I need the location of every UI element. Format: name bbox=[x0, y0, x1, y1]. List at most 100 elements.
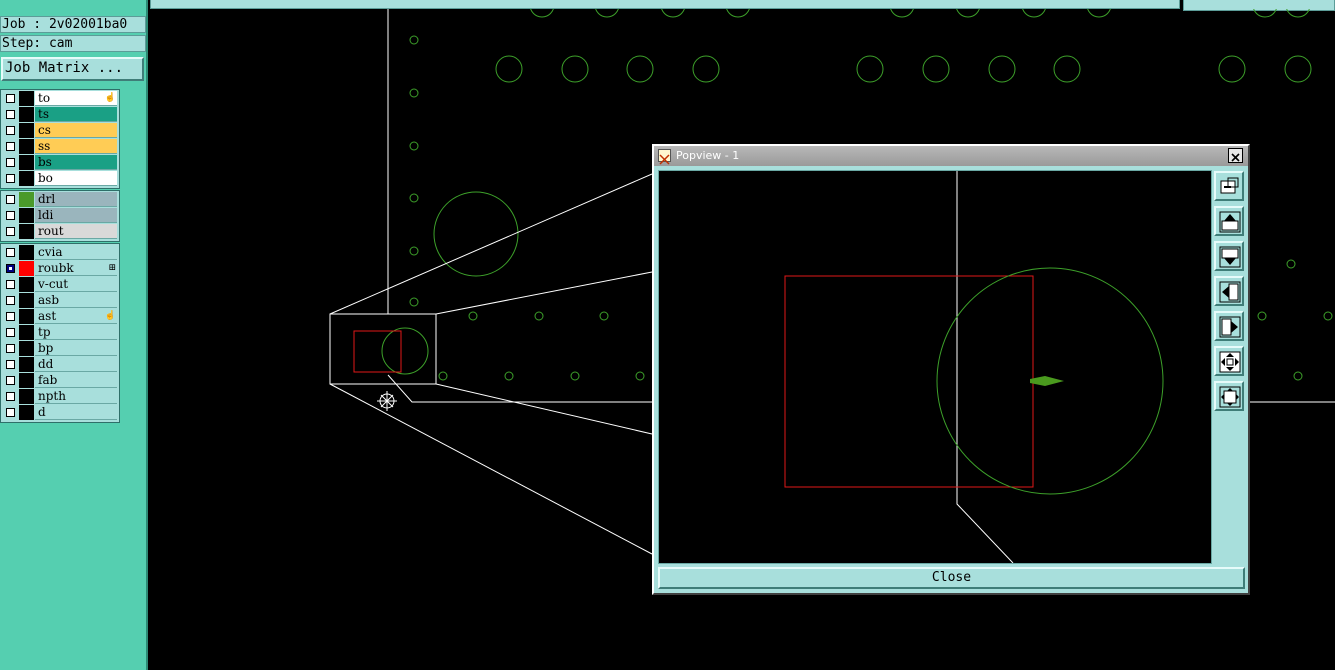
layer-color-swatch[interactable] bbox=[19, 293, 34, 308]
layer-color-swatch[interactable] bbox=[19, 245, 34, 260]
via-hole bbox=[635, 371, 645, 381]
layer-name[interactable]: dd bbox=[35, 357, 117, 372]
layer-checkbox[interactable] bbox=[6, 296, 15, 305]
layer-checkbox[interactable] bbox=[6, 344, 15, 353]
layer-row-fab[interactable]: fab bbox=[3, 373, 117, 389]
layer-row-d[interactable]: d bbox=[3, 405, 117, 421]
layer-name[interactable]: drl bbox=[35, 192, 117, 207]
layer-checkbox[interactable] bbox=[6, 376, 15, 385]
layer-row-bo[interactable]: bo bbox=[3, 171, 117, 187]
layer-name[interactable]: v-cut bbox=[35, 277, 117, 292]
layer-name[interactable]: bs bbox=[35, 155, 117, 170]
layer-color-swatch[interactable] bbox=[19, 91, 34, 106]
layer-row-v-cut[interactable]: v-cut bbox=[3, 277, 117, 293]
layer-row-cs[interactable]: cs bbox=[3, 123, 117, 139]
layer-checkbox[interactable] bbox=[6, 312, 15, 321]
drill-hole bbox=[692, 55, 720, 83]
layer-name[interactable]: bp bbox=[35, 341, 117, 356]
layer-checkbox[interactable] bbox=[6, 392, 15, 401]
job-matrix-button[interactable]: Job Matrix ... bbox=[1, 57, 144, 81]
layer-color-swatch[interactable] bbox=[19, 341, 34, 356]
layer-checkbox[interactable] bbox=[6, 280, 15, 289]
layer-color-swatch[interactable] bbox=[19, 309, 34, 324]
popview-zoom-view[interactable] bbox=[658, 170, 1212, 564]
layer-name[interactable]: cvia bbox=[35, 245, 117, 260]
zoom-center-button[interactable] bbox=[1214, 381, 1244, 411]
pan-down-button[interactable] bbox=[1214, 241, 1244, 271]
layer-color-swatch[interactable] bbox=[19, 357, 34, 372]
layer-color-swatch[interactable] bbox=[19, 123, 34, 138]
via-hole bbox=[409, 88, 419, 98]
layer-color-swatch[interactable] bbox=[19, 139, 34, 154]
layer-name[interactable]: ldi bbox=[35, 208, 117, 223]
layer-checkbox[interactable] bbox=[6, 142, 15, 151]
layer-color-swatch[interactable] bbox=[19, 192, 34, 207]
layer-name[interactable]: ast ☝ bbox=[35, 309, 117, 324]
layer-row-bp[interactable]: bp bbox=[3, 341, 117, 357]
layer-color-swatch[interactable] bbox=[19, 171, 34, 186]
layer-color-swatch[interactable] bbox=[19, 277, 34, 292]
pan-right-button[interactable] bbox=[1214, 311, 1244, 341]
zoom-window-button[interactable] bbox=[1214, 171, 1244, 201]
close-icon[interactable] bbox=[1228, 148, 1243, 163]
drill-hole bbox=[988, 55, 1016, 83]
layer-row-roubk[interactable]: roubk ⊞ bbox=[3, 261, 117, 277]
layer-row-bs[interactable]: bs bbox=[3, 155, 117, 171]
close-button[interactable]: Close bbox=[658, 567, 1245, 589]
layer-checkbox[interactable] bbox=[6, 158, 15, 167]
layer-name[interactable]: to ☝ bbox=[35, 91, 117, 106]
layer-name[interactable]: cs bbox=[35, 123, 117, 138]
layer-color-swatch[interactable] bbox=[19, 325, 34, 340]
drill-hole bbox=[381, 327, 429, 375]
layer-checkbox[interactable] bbox=[6, 328, 15, 337]
layer-row-ldi[interactable]: ldi bbox=[3, 208, 117, 224]
layer-name[interactable]: npth bbox=[35, 389, 117, 404]
layer-checkbox[interactable] bbox=[6, 408, 15, 417]
layer-checkbox[interactable] bbox=[6, 126, 15, 135]
layer-row-to[interactable]: to ☝ bbox=[3, 91, 117, 107]
layer-row-rout[interactable]: rout bbox=[3, 224, 117, 240]
rout-rectangle bbox=[784, 275, 1034, 488]
drill-hole bbox=[1286, 9, 1310, 18]
layer-checkbox[interactable] bbox=[6, 195, 15, 204]
pan-left-button[interactable] bbox=[1214, 276, 1244, 306]
layer-row-cvia[interactable]: cvia bbox=[3, 245, 117, 261]
layer-row-drl[interactable]: drl bbox=[3, 192, 117, 208]
layer-name[interactable]: ss bbox=[35, 139, 117, 154]
zoom-fit-button[interactable] bbox=[1214, 346, 1244, 376]
layer-name[interactable]: ts bbox=[35, 107, 117, 122]
layer-color-swatch[interactable] bbox=[19, 224, 34, 239]
pan-up-button[interactable] bbox=[1214, 206, 1244, 236]
layer-checkbox[interactable] bbox=[6, 174, 15, 183]
layer-checkbox[interactable] bbox=[6, 360, 15, 369]
layer-row-ss[interactable]: ss bbox=[3, 139, 117, 155]
layer-row-dd[interactable]: dd bbox=[3, 357, 117, 373]
layer-color-swatch[interactable] bbox=[19, 389, 34, 404]
layer-name[interactable]: roubk ⊞ bbox=[35, 261, 117, 276]
layer-row-ast[interactable]: ast ☝ bbox=[3, 309, 117, 325]
layer-checkbox[interactable] bbox=[6, 211, 15, 220]
layer-name[interactable]: tp bbox=[35, 325, 117, 340]
layer-color-swatch[interactable] bbox=[19, 373, 34, 388]
layer-color-swatch[interactable] bbox=[19, 155, 34, 170]
layer-name[interactable]: fab bbox=[35, 373, 117, 388]
layer-color-swatch[interactable] bbox=[19, 107, 34, 122]
layer-row-asb[interactable]: asb bbox=[3, 293, 117, 309]
layer-checkbox[interactable] bbox=[6, 94, 15, 103]
layer-row-ts[interactable]: ts bbox=[3, 107, 117, 123]
layer-checkbox[interactable] bbox=[6, 264, 15, 273]
layer-name[interactable]: rout bbox=[35, 224, 117, 239]
layer-checkbox[interactable] bbox=[6, 227, 15, 236]
popview-source-box bbox=[329, 313, 437, 385]
layer-name[interactable]: d bbox=[35, 405, 117, 420]
layer-name[interactable]: bo bbox=[35, 171, 117, 186]
layer-checkbox[interactable] bbox=[6, 110, 15, 119]
layer-name[interactable]: asb bbox=[35, 293, 117, 308]
layer-checkbox[interactable] bbox=[6, 248, 15, 257]
popview-titlebar[interactable]: Popview - 1 bbox=[654, 146, 1248, 166]
layer-color-swatch[interactable] bbox=[19, 405, 34, 420]
layer-row-npth[interactable]: npth bbox=[3, 389, 117, 405]
layer-color-swatch[interactable] bbox=[19, 261, 34, 276]
layer-row-tp[interactable]: tp bbox=[3, 325, 117, 341]
layer-color-swatch[interactable] bbox=[19, 208, 34, 223]
